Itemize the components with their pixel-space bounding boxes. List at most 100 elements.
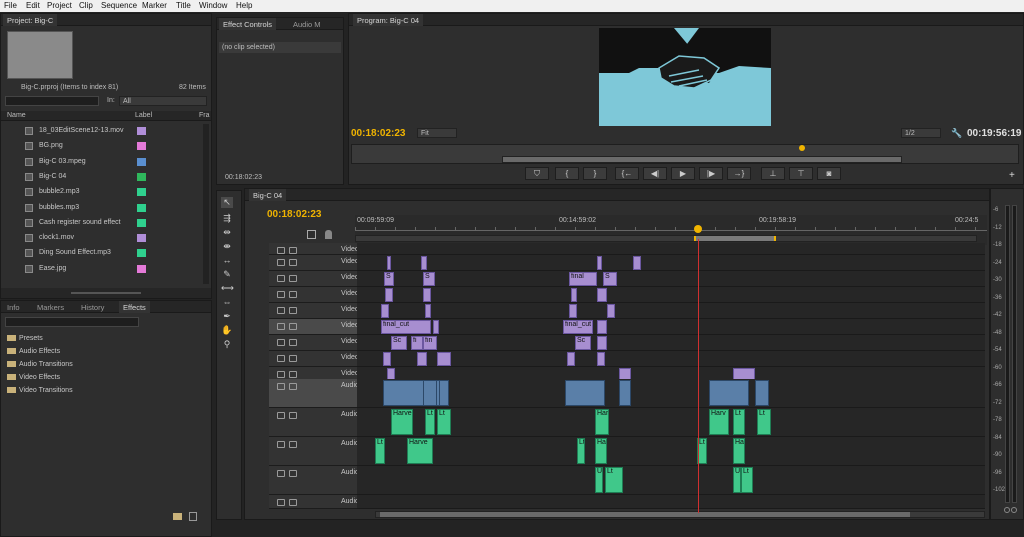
play-button[interactable]: ▶: [671, 167, 695, 180]
timeline-timecode[interactable]: 00:18:02:23: [267, 209, 321, 220]
video-track-header[interactable]: Video 5: [269, 335, 365, 351]
video-clip[interactable]: [569, 304, 577, 318]
effect-folder-presets[interactable]: Presets: [7, 335, 43, 347]
audio-clip[interactable]: Lt: [437, 409, 451, 435]
audio-track-header[interactable]: Audio 3: [269, 437, 365, 466]
audio-track-lane[interactable]: U Lt U Lt: [357, 466, 985, 495]
speaker-icon[interactable]: [277, 499, 285, 506]
video-clip[interactable]: S: [384, 272, 394, 286]
project-list-item[interactable]: Ease.jpg: [5, 262, 201, 277]
solo-button-right[interactable]: [1011, 507, 1017, 513]
tab-effect-controls[interactable]: Effect Controls: [219, 18, 277, 30]
audio-track-header[interactable]: Audio 1: [269, 379, 365, 408]
menu-file[interactable]: File: [4, 1, 17, 10]
eye-icon[interactable]: [277, 275, 285, 282]
wrench-icon[interactable]: 🔧: [951, 128, 962, 139]
project-list-item[interactable]: bubble2.mp3: [5, 185, 201, 200]
video-clip[interactable]: final: [569, 272, 597, 286]
video-clip[interactable]: [383, 352, 391, 366]
timeline-ruler[interactable]: 00:09:59:09 00:14:59:02 00:19:58:19 00:2…: [355, 215, 987, 245]
slide-tool-icon[interactable]: ⇔: [221, 297, 233, 308]
rate-stretch-tool-icon[interactable]: ↔: [221, 255, 233, 266]
audio-track-lane[interactable]: HarveLtLtHarvHarvLtLt: [357, 408, 985, 437]
video-clip[interactable]: [571, 288, 577, 302]
audio-clip[interactable]: Harve: [407, 438, 433, 464]
add-marker-button[interactable]: ⛉: [525, 167, 549, 180]
video-clip[interactable]: [425, 304, 431, 318]
audio-clip[interactable]: [439, 380, 449, 406]
audio-track-lane[interactable]: [357, 495, 985, 509]
video-clip[interactable]: final_cut: [381, 320, 431, 334]
project-list-item[interactable]: Big-C 04: [5, 170, 201, 185]
zoom-tool-icon[interactable]: ⚲: [221, 339, 233, 350]
video-clip[interactable]: [433, 320, 439, 334]
eye-icon[interactable]: [277, 323, 285, 330]
add-marker-icon[interactable]: [325, 230, 332, 239]
menu-help[interactable]: Help: [236, 1, 252, 10]
audio-clip[interactable]: [423, 380, 437, 406]
go-to-in-button[interactable]: {←: [615, 167, 639, 180]
project-list-item[interactable]: Ding Sound Effect.mp3: [5, 246, 201, 261]
audio-clip[interactable]: U: [733, 467, 741, 493]
video-clip[interactable]: [597, 256, 602, 270]
video-clip[interactable]: [385, 288, 393, 302]
video-track-header[interactable]: Video 7: [269, 303, 365, 319]
fit-select[interactable]: Fit: [417, 128, 457, 138]
speaker-icon[interactable]: [277, 412, 285, 419]
video-clip[interactable]: Sc: [575, 336, 591, 350]
playhead-marker-icon[interactable]: [799, 145, 805, 151]
zoom-slider[interactable]: [71, 292, 141, 294]
video-clip[interactable]: fi: [411, 336, 423, 350]
project-list-item[interactable]: BG.png: [5, 139, 201, 154]
video-clip[interactable]: [381, 304, 389, 318]
effect-folder-video-effects[interactable]: Video Effects: [7, 374, 60, 386]
solo-button-left[interactable]: [1004, 507, 1010, 513]
video-clip[interactable]: S: [423, 272, 435, 286]
eye-icon[interactable]: [277, 307, 285, 314]
video-clip[interactable]: [417, 352, 427, 366]
tab-sequence[interactable]: Big-C 04: [249, 189, 287, 201]
work-area-bar[interactable]: [694, 236, 776, 241]
speaker-icon[interactable]: [277, 383, 285, 390]
tab-audio-mixer[interactable]: Audio M: [289, 18, 325, 30]
extract-button[interactable]: ⊤: [789, 167, 813, 180]
eye-icon[interactable]: [277, 259, 285, 266]
video-track-lane[interactable]: Sc fi fin Sc: [357, 335, 985, 351]
mark-in-button[interactable]: {: [555, 167, 579, 180]
video-clip[interactable]: [597, 320, 607, 334]
tab-history[interactable]: History: [77, 301, 108, 313]
video-clip[interactable]: [633, 256, 641, 270]
video-clip[interactable]: [421, 256, 427, 270]
menu-project[interactable]: Project: [47, 1, 72, 10]
sync-lock-icon[interactable]: [289, 441, 297, 448]
video-track-header[interactable]: Video 4: [269, 351, 365, 367]
audio-track-lane[interactable]: LtHarveLtHarvLtHarv: [357, 437, 985, 466]
audio-clip[interactable]: Harv: [595, 438, 607, 464]
timeline-hscrollbar[interactable]: [375, 511, 985, 518]
program-time-ruler[interactable]: [351, 144, 1019, 164]
eye-icon[interactable]: [277, 355, 285, 362]
menu-marker[interactable]: Marker: [142, 1, 167, 10]
menu-title[interactable]: Title: [176, 1, 191, 10]
effects-search-input[interactable]: [5, 317, 139, 327]
col-label[interactable]: Label: [135, 112, 152, 119]
sync-lock-icon[interactable]: [289, 291, 297, 298]
video-clip[interactable]: [607, 304, 615, 318]
tab-project[interactable]: Project: Big-C: [3, 14, 58, 26]
hand-tool-icon[interactable]: ✋: [221, 325, 233, 336]
timeline-zoom-bar[interactable]: [355, 235, 977, 242]
video-clip[interactable]: S: [603, 272, 617, 286]
audio-clip[interactable]: Lt: [733, 409, 745, 435]
audio-track-header[interactable]: Audio 5: [269, 495, 365, 509]
eye-icon[interactable]: [277, 339, 285, 346]
tab-markers[interactable]: Markers: [33, 301, 68, 313]
audio-clip[interactable]: Lt: [375, 438, 385, 464]
video-clip[interactable]: [387, 256, 391, 270]
razor-tool-icon[interactable]: ✎: [221, 269, 233, 280]
tab-effects[interactable]: Effects: [119, 301, 150, 313]
video-clip[interactable]: Sc: [391, 336, 407, 350]
sync-lock-icon[interactable]: [289, 355, 297, 362]
eye-icon[interactable]: [277, 371, 285, 378]
effect-folder-video-transitions[interactable]: Video Transitions: [7, 387, 73, 399]
step-back-button[interactable]: ◀|: [643, 167, 667, 180]
